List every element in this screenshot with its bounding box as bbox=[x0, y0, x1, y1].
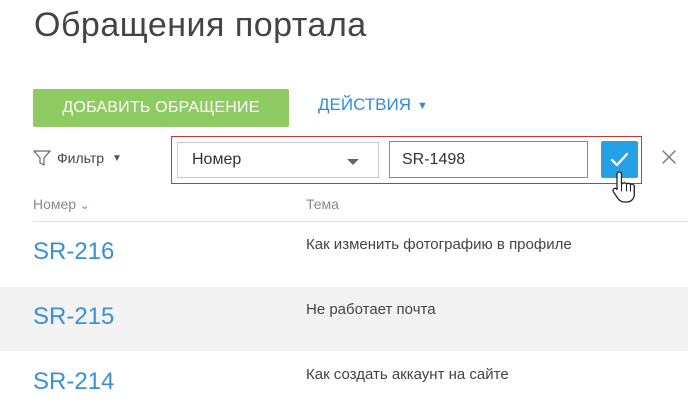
caret-down-icon: ▼ bbox=[417, 99, 428, 112]
caret-down-icon: ▼ bbox=[112, 152, 122, 164]
filter-button[interactable]: Фильтр ▼ bbox=[33, 149, 122, 167]
table-row[interactable]: SR-215 Не работает почта bbox=[0, 287, 688, 351]
request-number-link[interactable]: SR-216 bbox=[33, 238, 114, 266]
table-row[interactable]: SR-216 Как изменить фотографию в профиле bbox=[0, 222, 688, 286]
filter-funnel-icon bbox=[33, 149, 51, 167]
add-request-button[interactable]: ДОБАВИТЬ ОБРАЩЕНИЕ bbox=[33, 89, 289, 127]
request-number-link[interactable]: SR-214 bbox=[33, 368, 114, 396]
close-filter-icon[interactable] bbox=[660, 148, 678, 166]
page-title: Обращения портала bbox=[34, 6, 367, 44]
sort-chevron-down-icon: ⌄ bbox=[80, 200, 90, 212]
column-header-number-label: Номер bbox=[33, 196, 77, 212]
dropdown-arrow-icon bbox=[347, 159, 359, 165]
request-subject: Не работает почта bbox=[306, 301, 436, 318]
request-subject: Как создать аккаунт на сайте bbox=[306, 366, 509, 383]
filter-label: Фильтр bbox=[57, 150, 105, 166]
request-subject: Как изменить фотографию в профиле bbox=[306, 236, 572, 253]
column-header-number[interactable]: Номер ⌄ bbox=[33, 196, 89, 212]
actions-menu-button[interactable]: ДЕЙСТВИЯ ▼ bbox=[318, 95, 428, 115]
column-header-subject: Тема bbox=[306, 196, 339, 212]
hand-cursor-icon bbox=[610, 170, 640, 209]
filter-value-input[interactable] bbox=[389, 141, 588, 178]
actions-label: ДЕЙСТВИЯ bbox=[318, 95, 412, 114]
filter-field-select[interactable]: Номер bbox=[177, 142, 379, 178]
request-number-link[interactable]: SR-215 bbox=[33, 303, 114, 331]
filter-field-value: Номер bbox=[192, 151, 242, 168]
table-row[interactable]: SR-214 Как создать аккаунт на сайте bbox=[0, 352, 688, 416]
